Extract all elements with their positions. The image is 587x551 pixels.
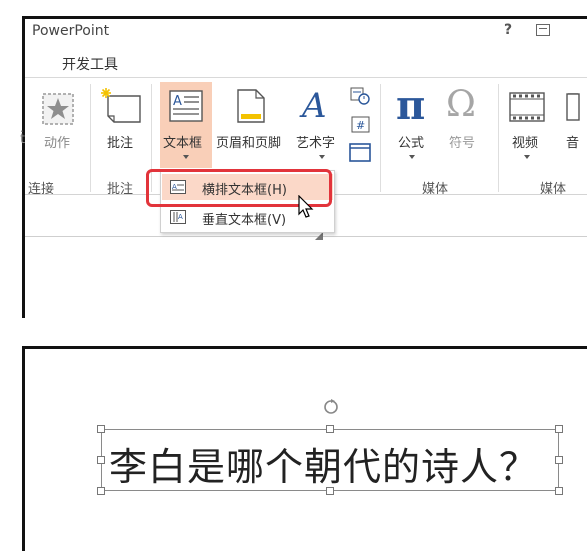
svg-text:#: # (356, 119, 365, 132)
resize-handle-left[interactable] (97, 456, 105, 464)
menu-item-label: 垂直文本框(V) (202, 213, 287, 228)
ribbon-divider (25, 77, 587, 78)
textbox-button-label: 文本框 (163, 136, 203, 151)
video-button-label: 视频 (512, 136, 539, 151)
textbox-dropdown-arrow-icon (183, 155, 189, 159)
audio-button-label: 音 (566, 136, 580, 151)
help-icon[interactable]: ? (504, 22, 512, 38)
wordart-button-label: 艺术字 (296, 136, 336, 151)
action-star-icon (42, 93, 74, 125)
vertical-textbox-icon: A (170, 210, 186, 224)
video-dropdown-arrow-icon (524, 155, 530, 159)
audio-icon (566, 93, 580, 121)
comment-icon (101, 88, 141, 123)
wordart-icon: A (302, 86, 327, 126)
video-film-icon (509, 92, 545, 122)
resize-handle-top[interactable] (326, 425, 334, 433)
header-footer-icon (237, 89, 265, 123)
pi-icon: π (396, 82, 426, 129)
resize-handle-top-right[interactable] (555, 425, 563, 433)
group-separator (90, 84, 91, 192)
slide-textbox-content[interactable]: 李白是哪个朝代的诗人？ (109, 436, 538, 491)
slide-number-icon[interactable]: # (351, 116, 371, 134)
svg-text:A: A (178, 213, 183, 221)
resize-handle-bottom-left[interactable] (97, 487, 105, 495)
group-separator (380, 84, 381, 192)
header-footer-button-label: 页眉和页脚 (216, 136, 282, 151)
svg-text:A: A (173, 94, 182, 109)
app-title: PowerPoint (32, 23, 110, 39)
comment-button-label: 批注 (107, 136, 134, 151)
equation-dropdown-arrow-icon (409, 155, 415, 159)
resize-handle-bottom-right[interactable] (555, 487, 563, 495)
tab-developer[interactable]: 开发工具 (62, 54, 118, 74)
ribbon-screenshot-panel: PowerPoint ? 开发工具 ṫ 动作 批注 A 文本框 页眉和页脚 A … (0, 0, 587, 318)
wordart-dropdown-arrow-icon (319, 155, 325, 159)
resize-handle-right[interactable] (555, 456, 563, 464)
date-time-icon[interactable] (349, 86, 371, 106)
rotate-handle-icon[interactable] (322, 398, 340, 416)
ribbon-display-options-icon[interactable] (536, 24, 550, 36)
textbox-icon: A (169, 90, 203, 122)
omega-icon: Ω (446, 84, 476, 125)
slide-edge-line (25, 236, 587, 237)
group-separator (498, 84, 499, 192)
resize-handle-top-left[interactable] (97, 425, 105, 433)
object-icon[interactable] (349, 143, 371, 163)
equation-button-label: 公式 (398, 136, 425, 151)
symbol-button-label: 符号 (449, 136, 476, 151)
mouse-pointer-icon (298, 195, 314, 218)
partial-link-label: ṫ (20, 132, 26, 147)
action-button-label: 动作 (44, 136, 71, 151)
